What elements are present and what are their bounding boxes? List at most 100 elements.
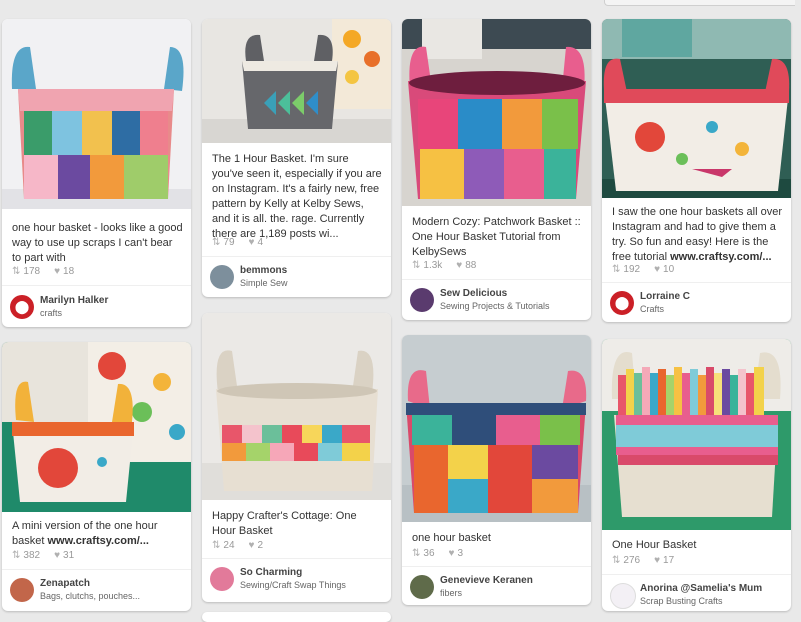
pin-attribution[interactable]: ⬤ Lorraine C Crafts [610,287,787,319]
like-count: 3 [457,548,464,559]
repin-icon[interactable]: ⇅ [412,548,420,559]
pin-stats: ⇅ 276 ♥ 17 [612,555,674,566]
card-divider [2,285,191,286]
repin-icon[interactable]: ⇅ [12,550,20,561]
like-count: 17 [663,555,675,566]
board-name[interactable]: Bags, clutchs, pouches... [40,591,140,601]
pin-description: I saw the one hour baskets all over Inst… [612,205,783,265]
like-count: 31 [63,550,75,561]
pin-attribution[interactable]: ⬤ Marilyn Halker crafts [10,291,187,323]
card-divider [602,282,791,283]
board-name[interactable]: Crafts [640,304,664,314]
heart-icon[interactable]: ♥ [456,260,462,271]
repin-count: 1.3k [423,260,443,271]
like-count: 88 [465,260,477,271]
heart-icon[interactable]: ♥ [54,266,60,277]
pin-attribution[interactable]: So Charming Sewing/Craft Swap Things [210,563,387,595]
avatar [10,578,34,602]
pin-image[interactable] [602,339,791,530]
pin-card[interactable]: one hour basket - looks like a good way … [2,19,191,327]
card-divider [202,558,391,559]
pinner-name[interactable]: Zenapatch [40,578,90,589]
pin-stats: ⇅ 1.3k ♥ 88 [412,260,476,271]
pin-attribution[interactable]: Zenapatch Bags, clutchs, pouches... [10,574,187,606]
pin-card[interactable]: I saw the one hour baskets all over Inst… [602,19,791,322]
pin-image[interactable] [2,342,191,512]
pin-description: one hour basket - looks like a good way … [12,222,183,264]
card-divider [202,256,391,257]
card-divider [402,566,591,567]
pin-description: one hour basket [412,532,491,544]
board-name[interactable]: Simple Sew [240,278,288,288]
pin-card[interactable]: A mini version of the one hour basket ww… [2,342,191,611]
repin-count: 382 [23,550,41,561]
pinner-name[interactable]: Marilyn Halker [40,295,108,306]
pinner-name[interactable]: Lorraine C [640,291,690,302]
pinner-name[interactable]: bemmons [240,265,287,276]
pin-attribution[interactable]: Sew Delicious Sewing Projects & Tutorial… [410,284,587,316]
pin-icon: ⬤ [10,295,34,319]
repin-icon[interactable]: ⇅ [412,260,420,271]
pin-description: Happy Crafter's Cottage: One Hour Basket [212,510,357,537]
pin-attribution[interactable]: bemmons Simple Sew [210,261,387,293]
pin-description: One Hour Basket [612,539,697,551]
repin-icon[interactable]: ⇅ [212,237,220,248]
pin-card[interactable]: Modern Cozy: Patchwork Basket :: One Hou… [402,19,591,320]
repin-count: 79 [223,237,235,248]
avatar [210,265,234,289]
pin-image[interactable] [202,313,391,500]
repin-icon[interactable]: ⇅ [212,540,220,551]
pin-card[interactable]: One Hour Basket ⇅ 276 ♥ 17 Anorina @Same… [602,339,791,611]
pin-stats: ⇅ 382 ♥ 31 [12,550,74,561]
board-name[interactable]: crafts [40,308,62,318]
pinner-name[interactable]: Anorina @Samelia's Mum [640,583,762,594]
like-count: 10 [663,264,675,275]
heart-icon[interactable]: ♥ [449,548,455,559]
repin-icon[interactable]: ⇅ [12,266,20,277]
pin-card[interactable]: one hour basket ⇅ 36 ♥ 3 Genevieve Keran… [402,335,591,605]
pin-image[interactable] [602,19,791,198]
heart-icon[interactable]: ♥ [654,264,660,275]
heart-icon[interactable]: ♥ [654,555,660,566]
card-divider [402,279,591,280]
repin-icon[interactable]: ⇅ [612,264,620,275]
pin-attribution[interactable]: Genevieve Keranen fibers [410,571,587,603]
pin-image[interactable] [202,19,391,143]
repin-icon[interactable]: ⇅ [612,555,620,566]
description-link[interactable]: www.craftsy.com/... [670,251,771,263]
pinner-name[interactable]: Genevieve Keranen [440,575,533,586]
pinner-name[interactable]: So Charming [240,567,302,578]
pin-stats: ⇅ 24 ♥ 2 [212,540,263,551]
board-name[interactable]: fibers [440,588,462,598]
repin-count: 276 [623,555,641,566]
pin-stats: ⇅ 79 ♥ 4 [212,237,263,248]
repin-count: 24 [223,540,235,551]
repin-count: 178 [23,266,41,277]
card-divider [602,574,791,575]
avatar [410,575,434,599]
heart-icon[interactable]: ♥ [249,540,255,551]
description-link[interactable]: www.craftsy.com/... [47,535,148,547]
pin-attribution[interactable]: Anorina @Samelia's Mum Scrap Busting Cra… [610,579,787,611]
board-name[interactable]: Scrap Busting Crafts [640,596,723,606]
pin-card[interactable]: The 1 Hour Basket. I'm sure you've seen … [202,19,391,297]
pin-stats: ⇅ 178 ♥ 18 [12,266,74,277]
heart-icon[interactable]: ♥ [249,237,255,248]
board-name[interactable]: Sewing/Craft Swap Things [240,580,346,590]
pin-stats: ⇅ 36 ♥ 3 [412,548,463,559]
pin-icon: ⬤ [610,291,634,315]
pin-image[interactable] [402,19,591,206]
pin-description: The 1 Hour Basket. I'm sure you've seen … [212,153,382,240]
top-bar-edge [604,0,795,6]
avatar [210,567,234,591]
board-name[interactable]: Sewing Projects & Tutorials [440,301,550,311]
pin-card-partial[interactable] [202,612,391,622]
pin-description: A mini version of the one hour basket ww… [12,519,183,549]
pin-image[interactable] [2,19,191,209]
avatar [410,288,434,312]
pin-card[interactable]: Happy Crafter's Cottage: One Hour Basket… [202,313,391,602]
pin-image[interactable] [402,335,591,522]
pinner-name[interactable]: Sew Delicious [440,288,507,299]
pin-stats: ⇅ 192 ♥ 10 [612,264,674,275]
heart-icon[interactable]: ♥ [54,550,60,561]
